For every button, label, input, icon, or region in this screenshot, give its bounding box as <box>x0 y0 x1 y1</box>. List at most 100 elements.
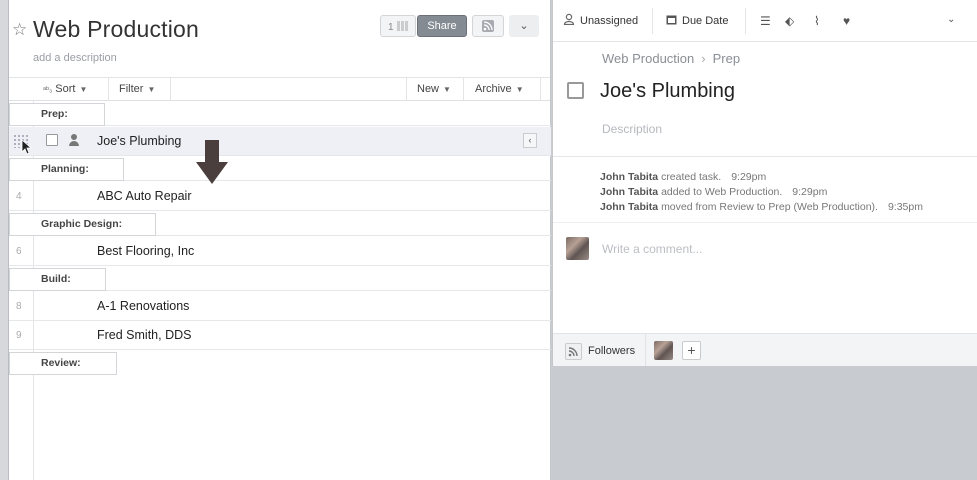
project-description[interactable]: add a description <box>33 52 117 64</box>
section-label[interactable]: Prep: <box>9 103 105 126</box>
activity-user[interactable]: John Tabita <box>600 201 658 213</box>
breadcrumb-project[interactable]: Web Production <box>602 51 694 66</box>
member-count: 1 <box>388 22 394 33</box>
task-title[interactable]: Joe's Plumbing <box>600 80 735 103</box>
task-name[interactable]: ABC Auto Repair <box>97 189 192 203</box>
project-title[interactable]: Web Production <box>33 16 199 43</box>
follower-avatar[interactable] <box>654 341 673 360</box>
task-name[interactable]: A-1 Renovations <box>97 299 189 313</box>
section-header[interactable]: Graphic Design: <box>9 211 551 236</box>
add-follower-button[interactable]: + <box>682 341 701 360</box>
task-name[interactable]: Fred Smith, DDS <box>97 328 191 342</box>
complete-task-checkbox[interactable] <box>567 82 584 99</box>
activity-user[interactable]: John Tabita <box>600 186 658 198</box>
divider <box>553 156 977 157</box>
task-detail-pane: Unassigned Due Date ☰ ⬖ ⌇ ♥ ⌄ Web Produc… <box>552 0 977 367</box>
task-row[interactable]: 9 Fred Smith, DDS <box>9 321 551 350</box>
divider <box>745 8 746 34</box>
archive-button[interactable]: Archive ▼ <box>465 78 541 100</box>
avatar <box>566 237 589 260</box>
background-area <box>552 366 977 480</box>
activity-item: John Tabita moved from Review to Prep (W… <box>600 201 923 213</box>
breadcrumb: Web Production › Prep <box>602 51 740 66</box>
list-icon[interactable]: ☰ <box>760 14 771 28</box>
tag-icon[interactable]: ⬖ <box>785 14 794 28</box>
star-icon[interactable]: ☆ <box>12 20 27 40</box>
drag-down-arrow-icon <box>196 140 228 184</box>
followers-bar: Followers + <box>553 333 977 367</box>
due-date-label: Due Date <box>682 15 729 27</box>
activity-user[interactable]: John Tabita <box>600 171 658 183</box>
rss-icon <box>568 347 578 357</box>
user-outline-icon <box>563 13 575 26</box>
members-icon <box>396 21 408 31</box>
section-label[interactable]: Graphic Design: <box>9 213 156 236</box>
assignee-button[interactable]: Unassigned <box>563 8 638 34</box>
activity-text: moved from Review to Prep (Web Productio… <box>661 201 878 213</box>
section-header[interactable]: Planning: <box>9 156 551 181</box>
activity-text: created task. <box>661 171 722 183</box>
section-label[interactable]: Review: <box>9 352 117 375</box>
more-options-button[interactable]: ⌄ <box>509 15 539 37</box>
mouse-cursor-icon <box>21 139 33 155</box>
project-header: ☆ Web Production add a description 1 Sha… <box>9 0 550 78</box>
divider <box>553 222 977 223</box>
task-row[interactable]: 8 A-1 Renovations <box>9 292 551 321</box>
attachment-icon[interactable]: ⌇ <box>814 14 820 28</box>
task-row[interactable]: Joe's Plumbing ‹ <box>9 127 551 156</box>
caret-down-icon: ▼ <box>79 85 88 94</box>
caret-down-icon: ▼ <box>443 85 451 94</box>
collapsed-sidebar[interactable] <box>0 0 9 480</box>
sort-button[interactable]: ᵃᵇ₃ Sort ▼ <box>33 78 109 100</box>
detail-toolbar: Unassigned Due Date ☰ ⬖ ⌇ ♥ ⌄ <box>553 0 977 42</box>
section-header[interactable]: Review: <box>9 350 551 375</box>
share-button[interactable]: Share <box>417 15 467 37</box>
caret-down-icon: ▼ <box>147 85 156 94</box>
row-number: 8 <box>16 301 22 312</box>
due-date-button[interactable]: Due Date <box>666 8 728 34</box>
follow-button[interactable] <box>565 343 582 360</box>
person-icon[interactable] <box>68 133 81 147</box>
section-header[interactable]: Prep: <box>9 101 551 126</box>
activity-item: John Tabita created task. 9:29pm <box>600 171 766 183</box>
list-toolbar: ᵃᵇ₃ Sort ▼ Filter ▼ New ▼ Archive ▼ <box>9 78 550 101</box>
task-checkbox[interactable] <box>46 134 58 146</box>
chevron-right-icon: › <box>701 51 706 66</box>
task-description[interactable]: Description <box>602 122 662 136</box>
section-header[interactable]: Build: <box>9 266 551 291</box>
new-button[interactable]: New ▼ <box>406 78 464 100</box>
archive-label: Archive <box>475 83 512 95</box>
activity-time: 9:29pm <box>792 186 828 198</box>
new-label: New <box>417 83 440 95</box>
activity-item: John Tabita added to Web Production. 9:29… <box>600 186 827 198</box>
task-row[interactable]: 6 Best Flooring, Inc <box>9 237 551 266</box>
calendar-icon <box>666 15 677 25</box>
chevron-down-icon[interactable]: ⌄ <box>947 14 955 25</box>
sort-label: Sort <box>55 83 76 95</box>
followers-label: Followers <box>588 345 636 357</box>
comment-input[interactable]: Write a comment... <box>602 242 702 256</box>
sort-icon: ᵃᵇ₃ <box>43 85 53 94</box>
activity-time: 9:29pm <box>731 171 767 183</box>
task-name[interactable]: Joe's Plumbing <box>97 134 181 148</box>
collapse-arrow-icon[interactable]: ‹ <box>523 133 537 148</box>
chevron-down-icon: ⌄ <box>519 20 529 32</box>
row-number: 9 <box>16 330 22 341</box>
section-label[interactable]: Build: <box>9 268 106 291</box>
section-label[interactable]: Planning: <box>9 158 124 181</box>
members-button[interactable]: 1 <box>380 15 416 37</box>
filter-label: Filter <box>119 83 144 95</box>
activity-text: added to Web Production. <box>661 186 783 198</box>
assignee-label: Unassigned <box>580 15 639 27</box>
breadcrumb-section[interactable]: Prep <box>713 51 740 66</box>
task-name[interactable]: Best Flooring, Inc <box>97 244 194 258</box>
task-list: Prep: Joe's Plumbing ‹ Planning: 4 ABC A… <box>9 101 551 480</box>
heart-icon[interactable]: ♥ <box>843 14 850 28</box>
task-row[interactable]: 4 ABC Auto Repair <box>9 182 551 211</box>
divider <box>652 8 653 34</box>
rss-icon <box>482 20 494 32</box>
filter-button[interactable]: Filter ▼ <box>109 78 171 100</box>
task-list-pane: ☆ Web Production add a description 1 Sha… <box>9 0 551 480</box>
rss-button[interactable] <box>472 15 504 37</box>
row-number: 4 <box>16 191 22 202</box>
